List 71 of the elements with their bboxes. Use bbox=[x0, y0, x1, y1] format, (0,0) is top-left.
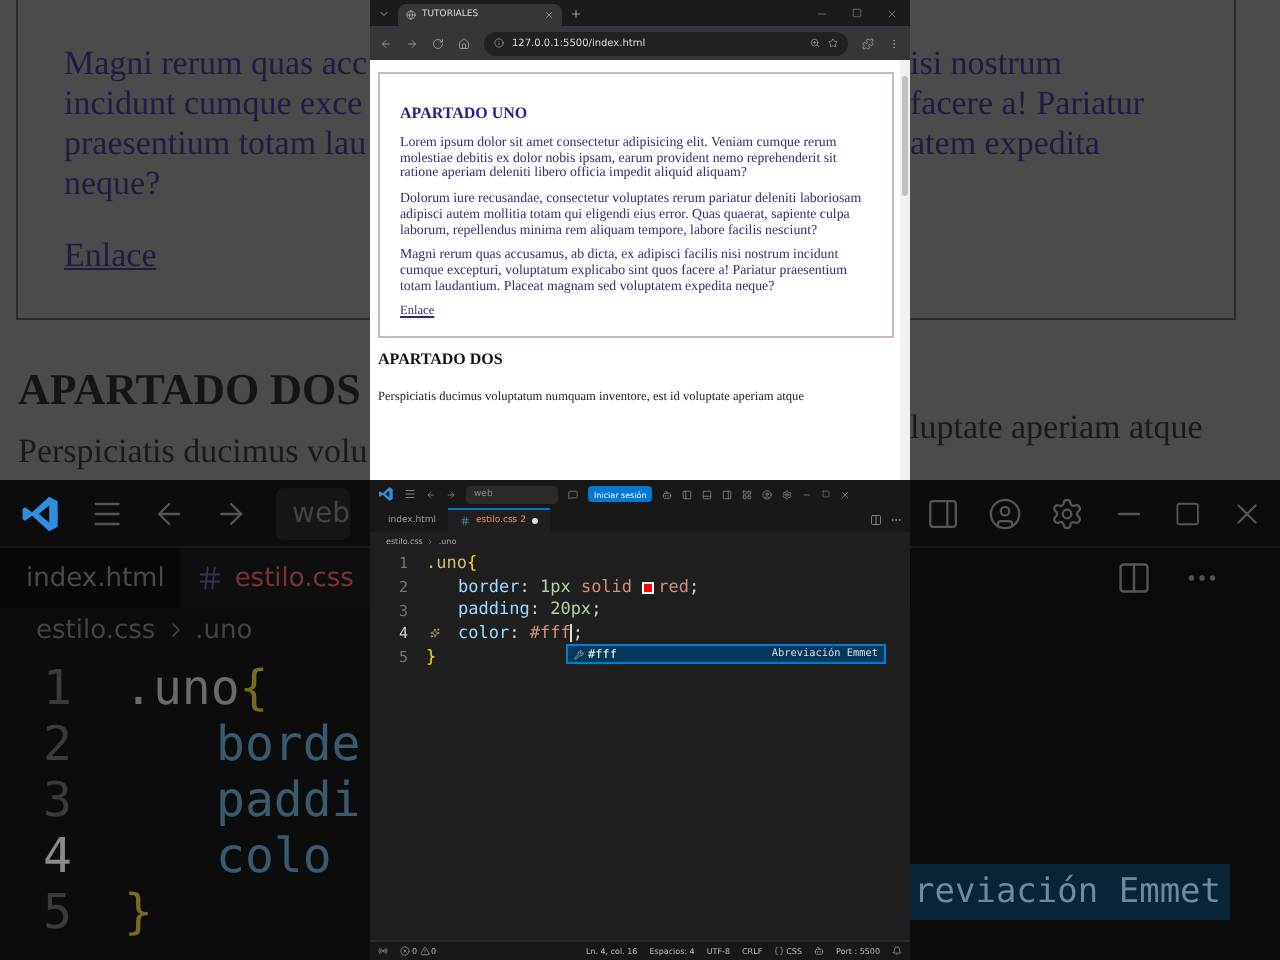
code-token: : bbox=[509, 623, 522, 644]
braces-icon bbox=[774, 946, 785, 956]
robot-icon[interactable] bbox=[814, 946, 824, 956]
account-icon[interactable] bbox=[762, 489, 773, 499]
globe-icon bbox=[406, 10, 416, 20]
layout-icon[interactable] bbox=[742, 489, 753, 499]
split-editor-icon[interactable] bbox=[870, 514, 882, 526]
panel-bottom-icon[interactable] bbox=[702, 489, 713, 499]
code-token: } bbox=[124, 884, 153, 940]
panel-left-icon[interactable] bbox=[682, 489, 693, 499]
vscode-logo-icon bbox=[378, 486, 394, 502]
text-cursor bbox=[570, 624, 573, 643]
code-token: colo bbox=[216, 828, 332, 884]
code-token: ; bbox=[591, 600, 602, 621]
zoom-icon[interactable] bbox=[810, 38, 820, 48]
account-icon[interactable] bbox=[988, 493, 1023, 533]
code-token: 20px bbox=[550, 600, 592, 621]
wrench-icon bbox=[574, 649, 584, 659]
info-icon bbox=[494, 38, 504, 48]
code-token: : bbox=[519, 577, 532, 598]
home-icon[interactable] bbox=[458, 37, 470, 49]
code-token: ; bbox=[572, 623, 583, 644]
robot-icon[interactable] bbox=[662, 489, 673, 499]
code-token: } bbox=[426, 647, 437, 668]
chevron-icon[interactable] bbox=[378, 7, 390, 19]
code-token: { bbox=[239, 660, 269, 716]
code-token: : bbox=[529, 600, 542, 621]
code-token: .uno bbox=[124, 660, 240, 716]
chat-icon[interactable] bbox=[568, 489, 578, 499]
maximize-icon[interactable] bbox=[1174, 497, 1202, 529]
warning-icon bbox=[419, 946, 430, 956]
code-token: { bbox=[466, 553, 478, 574]
forward-arrow-icon[interactable] bbox=[446, 489, 456, 499]
close-icon[interactable] bbox=[886, 7, 898, 19]
code-token: .uno bbox=[426, 553, 467, 574]
scrollbar[interactable] bbox=[900, 60, 910, 480]
code-token: padding bbox=[458, 600, 530, 621]
maximize-icon[interactable] bbox=[822, 490, 831, 498]
back-arrow-icon[interactable] bbox=[380, 37, 392, 49]
maximize-icon[interactable] bbox=[852, 7, 862, 17]
puzzle-icon[interactable] bbox=[862, 37, 874, 49]
hash-icon bbox=[196, 564, 225, 592]
code-token: solid bbox=[578, 577, 635, 598]
section-heading: APARTADO DOS bbox=[378, 350, 505, 371]
reload-icon[interactable] bbox=[432, 37, 444, 49]
settings-icon[interactable] bbox=[782, 489, 793, 499]
error-icon bbox=[400, 946, 410, 956]
code-token: borde bbox=[216, 716, 361, 772]
code-token: color bbox=[458, 623, 510, 644]
star-icon[interactable] bbox=[828, 38, 838, 48]
line-number: 4 bbox=[41, 828, 74, 884]
minimize-icon[interactable] bbox=[816, 7, 828, 19]
suggestion-popup[interactable]: reviación Emmet bbox=[910, 864, 1230, 920]
code-token: border bbox=[458, 577, 520, 598]
section-heading: APARTADO UNO bbox=[400, 104, 530, 124]
code-token: ; bbox=[689, 577, 700, 598]
bell-icon[interactable] bbox=[892, 946, 902, 956]
hash-icon bbox=[460, 516, 470, 526]
code-token: 1px bbox=[539, 577, 571, 598]
panel-right-icon[interactable] bbox=[722, 489, 733, 499]
split-editor-icon[interactable] bbox=[1116, 560, 1152, 596]
new-tab-icon[interactable] bbox=[570, 7, 582, 19]
code-token: red bbox=[658, 577, 690, 598]
back-arrow-icon[interactable] bbox=[426, 489, 436, 499]
minimize-icon[interactable] bbox=[802, 489, 813, 499]
settings-icon[interactable] bbox=[1050, 493, 1085, 533]
code-token: paddi bbox=[216, 772, 361, 828]
menu-icon[interactable] bbox=[404, 488, 416, 500]
code-token: #fff bbox=[529, 623, 571, 644]
sparkle-icon[interactable] bbox=[430, 628, 440, 639]
forward-arrow-icon[interactable] bbox=[406, 37, 418, 49]
